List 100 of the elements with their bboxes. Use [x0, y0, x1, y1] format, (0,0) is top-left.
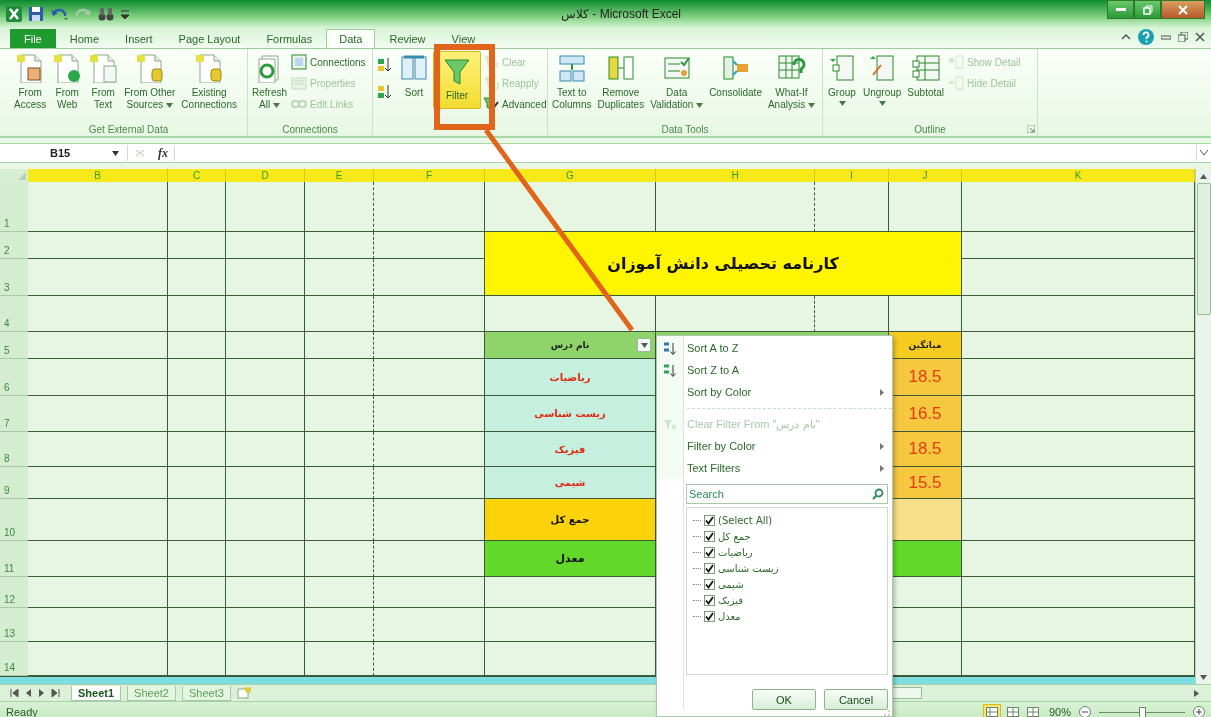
empty-cell[interactable] [168, 182, 226, 232]
row-header[interactable]: 7 [0, 396, 28, 432]
option-label[interactable]: شیمی [718, 578, 744, 590]
ribbon-button[interactable]: From Other Sources [122, 51, 178, 113]
ribbon-tab[interactable]: Formulas [254, 29, 325, 48]
empty-cell[interactable] [168, 359, 226, 396]
empty-cell[interactable] [226, 577, 305, 608]
empty-cell[interactable] [226, 541, 305, 577]
empty-cell[interactable] [226, 359, 305, 396]
row-header[interactable]: 4 [0, 296, 28, 332]
row-header[interactable]: 1 [0, 182, 28, 232]
ribbon-button[interactable]: Refresh All [250, 51, 289, 113]
option-label[interactable]: زیست شناسی [718, 562, 779, 574]
empty-cell[interactable] [305, 499, 374, 541]
empty-cell[interactable] [305, 296, 374, 332]
checkbox[interactable] [704, 578, 715, 590]
slider-thumb[interactable] [1139, 706, 1146, 717]
empty-cell[interactable] [168, 232, 226, 259]
checkbox[interactable] [704, 546, 715, 558]
empty-cell[interactable] [374, 608, 485, 642]
checkbox[interactable] [704, 562, 715, 574]
empty-cell[interactable] [374, 296, 485, 332]
checkbox[interactable] [704, 594, 715, 606]
ribbon-button[interactable]: Group [825, 51, 859, 109]
menu-item[interactable]: Filter by Color [657, 435, 892, 457]
option-label[interactable]: ریاضیات [718, 546, 753, 558]
menu-item[interactable]: Sort by Color [657, 381, 892, 403]
row-header[interactable]: 9 [0, 467, 28, 499]
option-label[interactable]: جمع کل [718, 530, 751, 542]
empty-cell[interactable] [226, 332, 305, 359]
row-header[interactable]: 8 [0, 432, 28, 467]
empty-cell[interactable] [226, 396, 305, 432]
empty-cell[interactable] [305, 359, 374, 396]
expand-formula-button[interactable] [1196, 145, 1211, 161]
empty-cell[interactable] [305, 332, 374, 359]
checkbox[interactable] [704, 530, 715, 542]
search-field[interactable]: Search [686, 484, 888, 504]
ribbon-tab[interactable]: Data [326, 29, 376, 48]
ribbon-tab[interactable]: Review [377, 29, 438, 48]
empty-cell[interactable] [226, 432, 305, 467]
ribbon-button[interactable]: Consolidate [707, 51, 764, 101]
checkbox[interactable] [704, 514, 715, 526]
ribbon-button[interactable]: Existing Connections [179, 51, 239, 113]
ribbon-button[interactable]: Subtotal [905, 51, 947, 101]
option-label[interactable]: فیزیک [718, 594, 744, 606]
empty-cell[interactable] [226, 467, 305, 499]
page-layout-view-button[interactable] [1004, 705, 1021, 717]
sheet-tab[interactable]: Sheet1 [71, 685, 122, 701]
close-button[interactable] [1161, 0, 1205, 19]
option-label[interactable]: معدل [718, 610, 741, 622]
empty-cell[interactable] [305, 432, 374, 467]
empty-cell[interactable] [168, 499, 226, 541]
ribbon-button[interactable]: Connections [291, 53, 366, 71]
empty-cell[interactable] [168, 608, 226, 642]
empty-cell[interactable] [305, 232, 374, 259]
row-header[interactable]: 6 [0, 359, 28, 396]
scrollbar-thumb[interactable] [1196, 183, 1211, 315]
zoom-in-button[interactable] [1193, 706, 1205, 717]
empty-cell[interactable] [168, 432, 226, 467]
empty-cell[interactable] [305, 259, 374, 296]
empty-cell[interactable] [226, 499, 305, 541]
row-header[interactable]: 13 [0, 608, 28, 642]
option-label[interactable]: (Select All) [718, 514, 773, 526]
row-header[interactable]: 5 [0, 332, 28, 359]
empty-cell[interactable] [168, 467, 226, 499]
empty-cell[interactable] [168, 577, 226, 608]
ribbon-button[interactable]: Ungroup [861, 51, 904, 109]
checkbox[interactable] [704, 610, 715, 622]
empty-cell[interactable] [226, 296, 305, 332]
ribbon-button[interactable]: From Web [50, 51, 85, 113]
restore-button[interactable] [1134, 0, 1161, 19]
empty-cell[interactable] [168, 541, 226, 577]
ribbon-tab[interactable]: View [439, 29, 488, 48]
empty-cell[interactable] [305, 577, 374, 608]
ribbon-tab[interactable]: File [10, 29, 56, 48]
page-break-view-button[interactable] [1024, 705, 1041, 717]
empty-cell[interactable] [374, 182, 485, 232]
menu-item[interactable]: Text Filters [657, 457, 892, 479]
ribbon-tab[interactable]: Page Layout [166, 29, 253, 48]
menu-item[interactable]: Sort Z to A [657, 359, 892, 381]
ribbon-button[interactable]: From Text [86, 51, 121, 113]
row-header[interactable]: 12 [0, 577, 28, 608]
empty-cell[interactable] [374, 577, 485, 608]
zoom-level[interactable]: 90% [1048, 706, 1071, 717]
ribbon-tab[interactable]: Insert [113, 29, 165, 48]
empty-cell[interactable] [305, 182, 374, 232]
ribbon-button[interactable]: Text to Columns [550, 51, 594, 113]
empty-cell[interactable] [226, 182, 305, 232]
ribbon-button[interactable]: Remove Duplicates [595, 51, 647, 113]
empty-cell[interactable] [305, 541, 374, 577]
normal-view-button[interactable] [982, 704, 1001, 717]
empty-cell[interactable] [168, 259, 226, 296]
ribbon-button[interactable]: Sort [397, 51, 431, 101]
minimize-button[interactable] [1107, 0, 1134, 19]
ribbon-button[interactable]: Data Validation [648, 51, 706, 113]
menu-item[interactable]: Sort A to Z [657, 337, 892, 359]
empty-cell[interactable] [226, 608, 305, 642]
row-header[interactable]: 11 [0, 541, 28, 577]
empty-cell[interactable] [226, 259, 305, 296]
empty-cell[interactable] [168, 396, 226, 432]
